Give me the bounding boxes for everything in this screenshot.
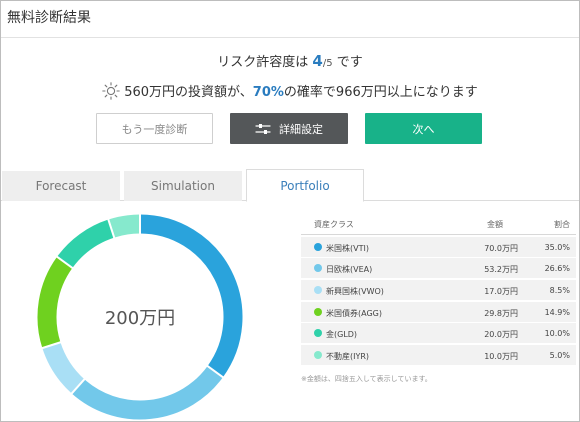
table-row: 日欧株(VEA) 53.2万円 26.6%: [301, 258, 576, 279]
app-frame: 無料診断結果 リスク許容度は 4/5 です 560万円の投資額が、70%の確率で…: [0, 0, 580, 422]
row-ratio: 26.6%: [544, 264, 570, 274]
sun-icon: [102, 81, 120, 104]
probability-text-1: 560万円の投資額が、: [124, 85, 253, 100]
page-header: 無料診断結果: [1, 1, 579, 38]
row-asset-name: 米国株(VTI): [326, 243, 369, 253]
row-ratio: 35.0%: [544, 242, 570, 252]
tab-forecast[interactable]: Forecast: [2, 171, 120, 201]
sliders-icon: [255, 123, 271, 134]
tab-simulation-label: Simulation: [151, 179, 215, 193]
header-asset-class: 資産クラス: [314, 220, 354, 229]
table-row: 米国株(VTI) 70.0万円 35.0%: [301, 236, 576, 257]
legend-dot: [314, 264, 322, 273]
total-amount: 200万円: [104, 308, 176, 329]
row-amount: 20.0万円: [484, 330, 518, 340]
retry-diagnosis-button[interactable]: もう一度診断: [96, 113, 213, 144]
legend-dot: [314, 307, 322, 316]
row-asset-name: 金(GLD): [326, 330, 358, 340]
next-button[interactable]: 次へ: [365, 113, 482, 144]
row-asset-name: 新興国株(VWO): [326, 287, 384, 297]
tab-portfolio-label: Portfolio: [280, 178, 330, 193]
tab-portfolio[interactable]: Portfolio: [246, 169, 364, 202]
row-ratio: 10.0%: [544, 329, 570, 339]
table-row: 金(GLD) 20.0万円 10.0%: [301, 323, 576, 344]
risk-max: 5: [326, 58, 333, 69]
tab-forecast-label: Forecast: [35, 179, 87, 193]
row-amount: 17.0万円: [484, 287, 518, 297]
row-amount: 70.0万円: [484, 243, 518, 253]
allocation-donut-chart: 200万円: [37, 213, 243, 420]
risk-prefix: リスク許容度は: [217, 55, 309, 70]
row-amount: 10.0万円: [484, 352, 518, 362]
table-header: 資産クラス 金額 割合: [301, 213, 576, 235]
detail-settings-button[interactable]: 詳細設定: [230, 113, 348, 144]
legend-dot: [314, 286, 322, 295]
next-label: 次へ: [412, 122, 435, 136]
legend-dot: [314, 242, 322, 251]
header-amount: 金額: [487, 220, 503, 229]
row-amount: 53.2万円: [484, 265, 518, 275]
row-ratio: 8.5%: [549, 286, 570, 296]
header-ratio: 割合: [554, 220, 570, 229]
probability-text-2: の確率で966万円以上になります: [283, 85, 478, 100]
row-asset-name: 日欧株(VEA): [326, 265, 373, 275]
risk-suffix: です: [336, 55, 363, 70]
rounding-note: ※金額は、四捨五入して表示しています。: [301, 375, 432, 383]
row-asset-name: 不動産(IYR): [326, 352, 370, 362]
row-amount: 29.8万円: [484, 308, 518, 318]
detail-settings-label: 詳細設定: [279, 122, 323, 136]
table-row: 米国債券(AGG) 29.8万円 14.9%: [301, 301, 576, 322]
tab-simulation[interactable]: Simulation: [124, 171, 242, 201]
legend-dot: [314, 351, 322, 360]
row-asset-name: 米国債券(AGG): [326, 308, 382, 318]
risk-value: 4: [312, 52, 323, 70]
legend-dot: [314, 329, 322, 338]
row-ratio: 5.0%: [549, 351, 570, 361]
risk-tolerance-line: リスク許容度は 4/5 です: [1, 51, 579, 70]
result-tabs: Forecast Simulation Portfolio: [1, 169, 579, 202]
row-ratio: 14.9%: [544, 307, 570, 317]
table-row: 不動産(IYR) 10.0万円 5.0%: [301, 345, 576, 366]
allocation-table: 資産クラス 金額 割合 米国株(VTI) 70.0万円 35.0% 日欧株(VE…: [301, 213, 576, 366]
page-title: 無料診断結果: [7, 10, 91, 26]
probability-line: 560万円の投資額が、70%の確率で966万円以上になります: [1, 81, 579, 104]
retry-diagnosis-label: もう一度診断: [121, 122, 188, 136]
probability-percent: 70%: [252, 85, 284, 100]
table-row: 新興国株(VWO) 17.0万円 8.5%: [301, 280, 576, 301]
